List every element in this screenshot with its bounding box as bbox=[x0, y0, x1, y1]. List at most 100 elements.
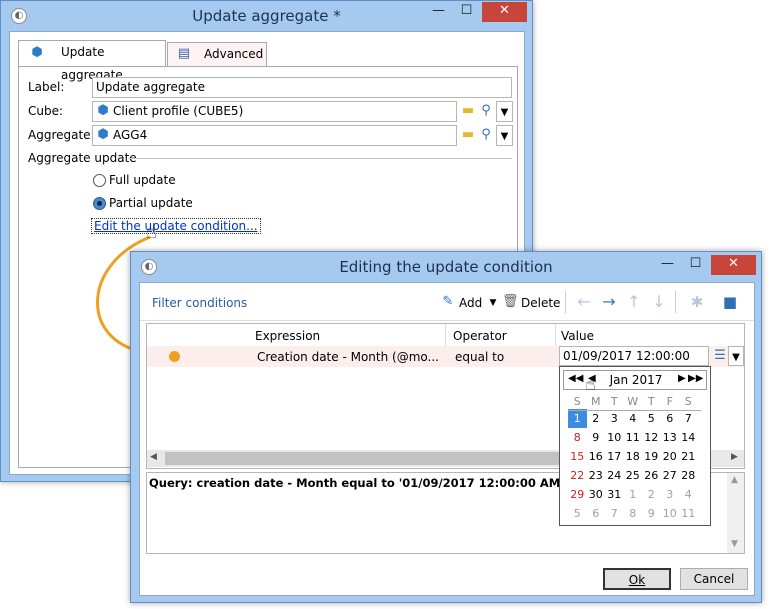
calendar-day[interactable]: 16 bbox=[587, 447, 606, 466]
aggregate-dropdown-button[interactable]: ▼ bbox=[496, 125, 513, 146]
field-picker-icon[interactable]: ☰ bbox=[712, 348, 728, 364]
calendar-day[interactable]: 20 bbox=[661, 447, 680, 466]
calendar-day[interactable]: 13 bbox=[661, 428, 680, 447]
column-value[interactable]: Value bbox=[561, 329, 594, 343]
weekday-header: T bbox=[610, 394, 618, 408]
close-button[interactable]: ✕ bbox=[482, 2, 527, 22]
column-operator[interactable]: Operator bbox=[453, 329, 507, 343]
maximize-button[interactable]: ☐ bbox=[682, 255, 709, 275]
calendar-day[interactable]: 2 bbox=[642, 485, 661, 504]
calendar-day[interactable]: 1 bbox=[624, 485, 643, 504]
close-button[interactable]: ✕ bbox=[711, 255, 756, 275]
refresh-icon[interactable]: ✱ bbox=[689, 294, 705, 310]
next-month-icon[interactable]: ▶ bbox=[678, 373, 686, 384]
scroll-up-icon[interactable]: ▲ bbox=[731, 475, 738, 485]
calendar-day[interactable]: 26 bbox=[642, 466, 661, 485]
scroll-left-icon[interactable]: ◀ bbox=[150, 452, 157, 462]
calendar-day[interactable]: 31 bbox=[605, 485, 624, 504]
folder-icon[interactable]: ▬ bbox=[460, 127, 476, 143]
add-icon[interactable]: ✎ bbox=[440, 294, 456, 310]
next-year-icon[interactable]: ▶▶ bbox=[688, 373, 703, 384]
tab-update-aggregate[interactable]: ⬢ Update aggregate bbox=[18, 40, 166, 82]
chevron-down-icon: ▼ bbox=[500, 131, 509, 142]
calendar-day[interactable]: 5 bbox=[568, 504, 587, 523]
calendar-day[interactable]: 9 bbox=[642, 504, 661, 523]
calendar-day[interactable]: 28 bbox=[679, 466, 698, 485]
cube-icon: ⬢ bbox=[31, 45, 43, 60]
search-icon[interactable]: ⚲ bbox=[478, 127, 494, 143]
calendar-day[interactable]: 2 bbox=[587, 409, 606, 428]
ok-button[interactable]: Ok bbox=[603, 568, 671, 590]
calendar-day[interactable]: 15 bbox=[568, 447, 587, 466]
minimize-button[interactable]: — bbox=[425, 2, 452, 22]
value-date-input[interactable]: 01/09/2017 12:00:00 AM bbox=[559, 346, 709, 381]
calendar-day[interactable]: 30 bbox=[587, 485, 606, 504]
aggregate-value: AGG4 bbox=[113, 128, 148, 142]
calendar-day[interactable]: 6 bbox=[661, 409, 680, 428]
section-divider bbox=[128, 158, 512, 159]
calendar-day[interactable]: 29 bbox=[568, 485, 587, 504]
save-icon[interactable]: ■ bbox=[722, 294, 738, 310]
calendar-day[interactable]: 7 bbox=[605, 504, 624, 523]
calendar-day[interactable]: 4 bbox=[624, 409, 643, 428]
section-title: Aggregate update bbox=[28, 151, 137, 165]
aggregate-field[interactable]: ⬢ AGG4 bbox=[92, 125, 457, 146]
calendar-day[interactable]: 7 bbox=[679, 409, 698, 428]
dialog-title-bar[interactable]: ◐ Editing the update condition — ☐ ✕ bbox=[131, 252, 761, 282]
column-expression[interactable]: Expression bbox=[255, 329, 320, 343]
calendar-day[interactable]: 6 bbox=[587, 504, 606, 523]
cube-field[interactable]: ⬢ Client profile (CUBE5) bbox=[92, 101, 457, 122]
calendar-day[interactable]: 11 bbox=[679, 504, 698, 523]
calendar-day[interactable]: 8 bbox=[568, 428, 587, 447]
calendar-day[interactable]: 11 bbox=[624, 428, 643, 447]
scroll-down-icon[interactable]: ▼ bbox=[731, 539, 738, 549]
search-icon[interactable]: ⚲ bbox=[478, 103, 494, 119]
label-field[interactable]: Update aggregate bbox=[92, 77, 512, 98]
delete-button[interactable]: Delete bbox=[521, 296, 560, 310]
chevron-down-icon[interactable]: ▼ bbox=[485, 295, 501, 311]
calendar-day[interactable]: 23 bbox=[587, 466, 606, 485]
cube-dropdown-button[interactable]: ▼ bbox=[496, 101, 513, 122]
arrow-left-icon[interactable]: ← bbox=[576, 294, 592, 310]
calendar-day[interactable]: 18 bbox=[624, 447, 643, 466]
calendar-day[interactable]: 4 bbox=[679, 485, 698, 504]
value-dropdown-button[interactable]: ▼ bbox=[728, 346, 744, 366]
trash-icon[interactable]: 🗑 bbox=[502, 294, 519, 310]
calendar-day[interactable]: 8 bbox=[624, 504, 643, 523]
cancel-button[interactable]: Cancel bbox=[680, 568, 748, 590]
vertical-scrollbar[interactable]: ▲ ▼ bbox=[727, 473, 744, 553]
arrow-up-icon[interactable]: ↑ bbox=[626, 294, 642, 310]
partial-update-radio[interactable] bbox=[93, 197, 106, 210]
scroll-right-icon[interactable]: ▶ bbox=[731, 452, 738, 462]
calendar-day[interactable]: 10 bbox=[661, 504, 680, 523]
table-row[interactable]: Creation date - Month (@mo... equal to 0… bbox=[147, 346, 744, 381]
calendar-day[interactable]: 27 bbox=[661, 466, 680, 485]
calendar-day[interactable]: 1 bbox=[568, 409, 587, 428]
full-update-label: Full update bbox=[109, 173, 176, 187]
calendar-day[interactable]: 17 bbox=[605, 447, 624, 466]
calendar-week: 15 16 17 18 19 20 21 bbox=[568, 447, 698, 466]
minimize-button[interactable]: — bbox=[654, 255, 681, 275]
calendar-day[interactable]: 24 bbox=[605, 466, 624, 485]
calendar-day[interactable]: 22 bbox=[568, 466, 587, 485]
calendar-day[interactable]: 25 bbox=[624, 466, 643, 485]
calendar-day[interactable]: 21 bbox=[679, 447, 698, 466]
calendar-day[interactable]: 19 bbox=[642, 447, 661, 466]
calendar-day[interactable]: 3 bbox=[605, 409, 624, 428]
folder-icon[interactable]: ▬ bbox=[460, 103, 476, 119]
calendar-day[interactable]: 3 bbox=[661, 485, 680, 504]
full-update-radio[interactable] bbox=[93, 174, 106, 187]
calendar-day[interactable]: 5 bbox=[642, 409, 661, 428]
add-button[interactable]: Add bbox=[459, 296, 482, 310]
arrow-right-icon[interactable]: → bbox=[601, 294, 617, 310]
tab-advanced[interactable]: ▤ Advanced bbox=[167, 42, 267, 67]
cube-caption: Cube: bbox=[28, 104, 64, 118]
title-bar[interactable]: ◐ Update aggregate * — ☐ ✕ bbox=[1, 1, 532, 31]
arrow-down-icon[interactable]: ↓ bbox=[651, 294, 667, 310]
scrollbar-thumb[interactable] bbox=[165, 452, 565, 465]
calendar-day[interactable]: 9 bbox=[587, 428, 606, 447]
calendar-day[interactable]: 10 bbox=[605, 428, 624, 447]
calendar-day[interactable]: 12 bbox=[642, 428, 661, 447]
calendar-day[interactable]: 14 bbox=[679, 428, 698, 447]
maximize-button[interactable]: ☐ bbox=[453, 2, 480, 22]
